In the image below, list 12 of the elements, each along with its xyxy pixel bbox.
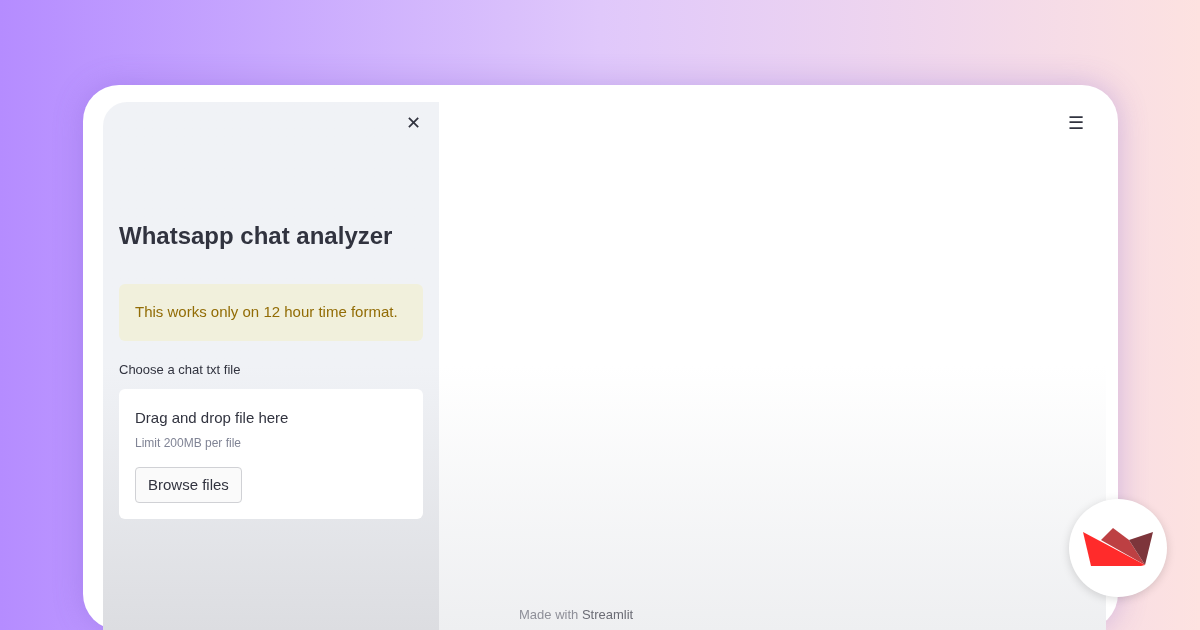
close-button[interactable]: ✕ (406, 114, 421, 132)
uploader-label: Choose a chat txt file (119, 360, 242, 379)
file-dropzone[interactable]: Drag and drop file here Limit 200MB per file Browse files (119, 389, 423, 519)
streamlit-link[interactable]: Streamlit (581, 606, 634, 622)
size-limit: Limit 200MB per file (135, 434, 243, 452)
footer-text: Made with (519, 606, 579, 622)
menu-button[interactable]: ☰ (1068, 110, 1084, 137)
warning-alert: This works only on 12 hour time format. (119, 284, 423, 341)
dropzone-prompt: Drag and drop file here (135, 408, 290, 428)
sidebar-title: Whatsapp chat analyzer (119, 221, 394, 251)
boat-logo-icon (1083, 528, 1153, 568)
browse-button[interactable]: Browse files (135, 466, 242, 503)
